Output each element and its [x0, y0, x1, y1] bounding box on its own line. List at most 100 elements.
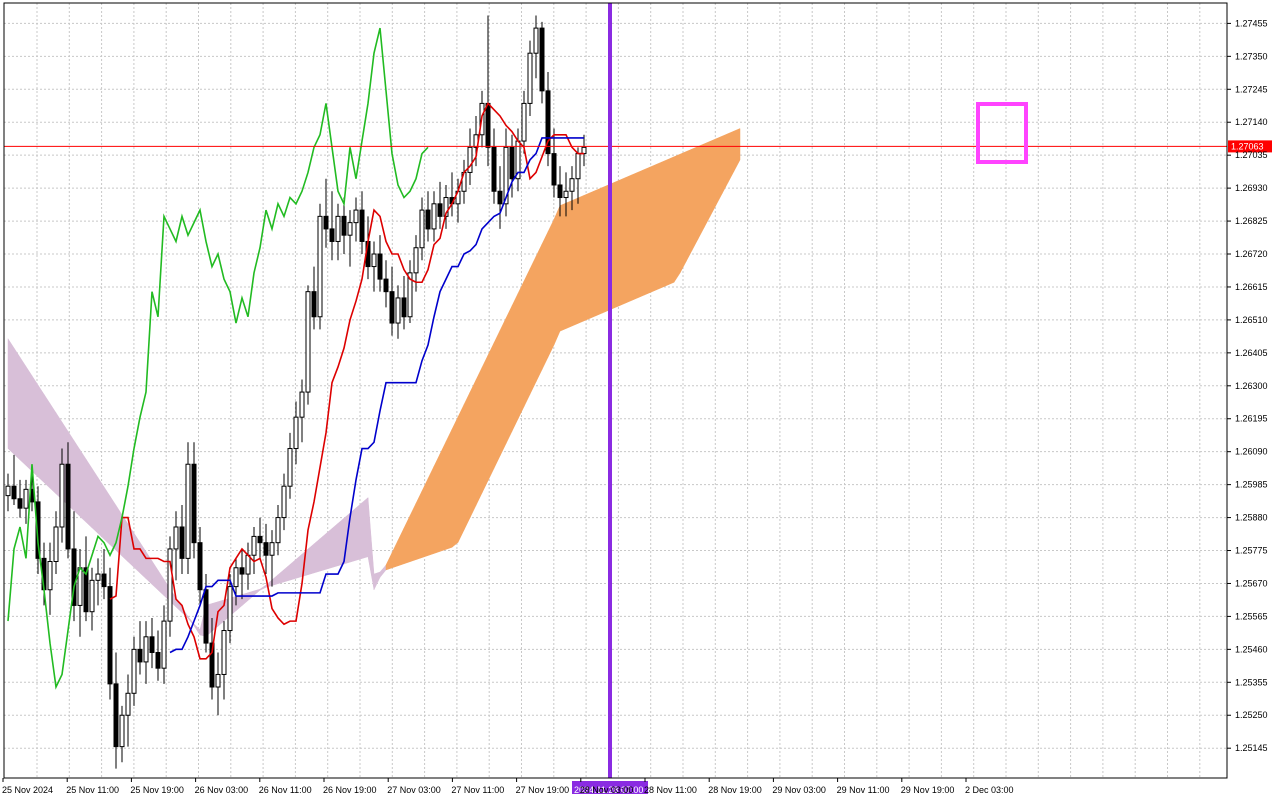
cloud-segment [553, 205, 561, 346]
candle-body [299, 391, 305, 418]
cloud-segment [289, 558, 297, 581]
cloud-segment [685, 148, 693, 262]
candle-body [353, 209, 359, 224]
cloud-segment [703, 140, 711, 228]
y-tick-label: 1.27140 [1235, 117, 1268, 127]
cloud-segment [403, 515, 411, 565]
cloud-segment [31, 374, 39, 478]
candle-body [263, 542, 269, 556]
cloud-segment [271, 574, 279, 586]
cloud-segment [385, 552, 393, 571]
cloud-segment [709, 138, 717, 217]
y-tick-label: 1.25460 [1235, 644, 1268, 654]
cloud-segment [421, 478, 429, 558]
cloud-segment [325, 527, 333, 570]
cloud-segment [451, 416, 459, 548]
cloud-segment [691, 146, 699, 251]
cloud-segment [469, 379, 477, 518]
cloud-segment [661, 158, 669, 288]
candle-body [419, 209, 425, 249]
cloud-segment [367, 497, 375, 590]
x-tick-label: 25 Nov 2024 [2, 785, 53, 795]
y-tick-label: 1.25565 [1235, 611, 1268, 621]
candle-body [53, 526, 59, 563]
candle-body [167, 548, 173, 622]
cloud-segment [361, 497, 369, 559]
cloud-segment [547, 219, 555, 358]
candle-body [329, 228, 335, 242]
candle-body [383, 278, 389, 293]
y-tick-label: 1.27035 [1235, 150, 1268, 160]
cloud-segment [649, 164, 657, 293]
candle-body [563, 190, 569, 199]
candle-body [221, 630, 227, 675]
cloud-segment [667, 156, 675, 286]
candle-body [551, 153, 557, 186]
candle-body [185, 463, 191, 559]
candle-body [323, 215, 329, 230]
cloud-segment [313, 538, 321, 574]
cloud-segment [529, 256, 537, 395]
candle-body [305, 291, 311, 393]
cloud-segment [373, 571, 381, 590]
candle-body [557, 184, 563, 199]
cloud-segment [85, 458, 93, 529]
plot-frame [3, 2, 1228, 779]
candle-body [509, 146, 515, 180]
candle-body [125, 692, 131, 716]
cloud-segment [481, 355, 489, 494]
y-tick-label: 1.26195 [1235, 414, 1268, 424]
cloud-segment [721, 133, 729, 194]
candle-body [233, 567, 239, 588]
y-tick-label: 1.26510 [1235, 315, 1268, 325]
cloud-segment [145, 550, 153, 585]
cloud-segment [457, 404, 465, 543]
cloud-segment [493, 330, 501, 469]
candle-body [191, 463, 197, 544]
cloud-segment [397, 527, 405, 567]
x-tick-label: 28 Nov 19:00 [708, 785, 762, 795]
candle-body [317, 215, 323, 318]
candle-body [269, 542, 275, 556]
candle-body [239, 567, 245, 575]
y-tick-label: 1.25145 [1235, 743, 1268, 753]
cloud-segment [121, 513, 129, 563]
candle-body [341, 215, 347, 236]
cloud-segment [283, 563, 291, 583]
x-tick-label: 27 Nov 19:00 [516, 785, 570, 795]
candle-body [119, 714, 125, 748]
cloud-segment [379, 564, 387, 579]
cloud-segment [319, 533, 327, 572]
x-tick-label: 25 Nov 11:00 [66, 785, 119, 795]
cloud-segment [277, 569, 285, 585]
candle-body [149, 636, 155, 653]
y-tick-label: 1.25775 [1235, 546, 1268, 556]
candle-body [533, 27, 539, 54]
ichimoku-chart[interactable]: 1.270632024.11.28 07:00 1.274551.273501.… [0, 0, 1280, 800]
cloud-segment [535, 243, 543, 383]
cloud-segment [109, 495, 117, 551]
cloud-segment [157, 569, 165, 597]
candle-body [287, 448, 293, 487]
cloud-segment [433, 453, 441, 554]
candle-body [197, 542, 203, 591]
candle-body [293, 416, 299, 450]
cloud-segment [445, 429, 453, 550]
cloud-segment [49, 402, 57, 495]
cloud-segment [409, 503, 417, 563]
candle-body [437, 203, 443, 217]
y-tick-label: 1.25250 [1235, 710, 1268, 720]
cloud-segment [655, 161, 663, 291]
y-tick-label: 1.26615 [1235, 282, 1268, 292]
cloud-segment [577, 194, 585, 324]
cloud-segment [151, 560, 159, 591]
candle-body [527, 52, 533, 104]
x-tick-label: 26 Nov 03:00 [195, 785, 249, 795]
candle-body [161, 620, 167, 669]
candle-body [251, 535, 257, 556]
candle-body [89, 579, 95, 613]
y-tick-label: 1.27350 [1235, 51, 1268, 61]
x-tick-label: 29 Nov 19:00 [901, 785, 955, 795]
candle-body [359, 209, 365, 242]
candle-body [59, 463, 65, 528]
